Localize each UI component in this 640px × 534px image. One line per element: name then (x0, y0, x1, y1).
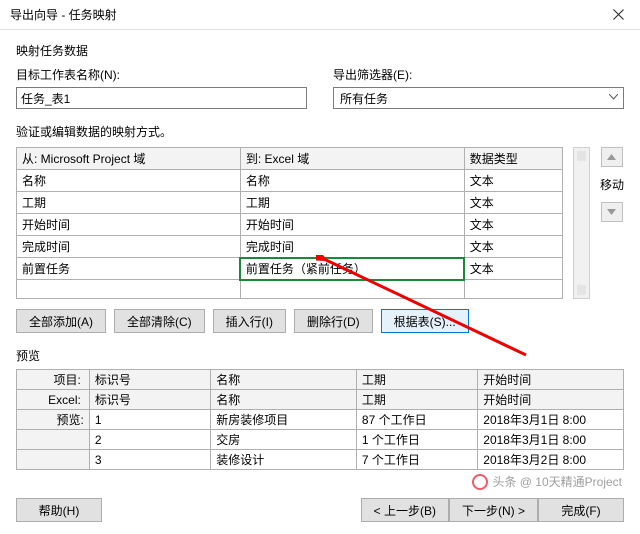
by-table-button[interactable]: 根据表(S)... (381, 309, 469, 333)
insert-row-button[interactable]: 插入行(I) (213, 309, 286, 333)
move-up-button[interactable] (601, 147, 623, 167)
window-title: 导出向导 - 任务映射 (10, 6, 596, 23)
table-row[interactable]: 开始时间开始时间文本 (17, 214, 563, 236)
export-filter-value: 所有任务 (340, 90, 388, 107)
mapping-table[interactable]: 从: Microsoft Project 域 到: Excel 域 数据类型 名… (16, 147, 563, 299)
triangle-down-icon (607, 209, 616, 215)
table-row[interactable]: 名称名称文本 (17, 170, 563, 192)
watermark-icon (472, 474, 488, 490)
triangle-up-icon (607, 154, 616, 160)
table-row[interactable]: 前置任务前置任务（紧前任务）文本 (17, 258, 563, 280)
finish-button[interactable]: 完成(F) (538, 498, 624, 522)
close-icon (613, 9, 624, 20)
col-from: 从: Microsoft Project 域 (17, 148, 241, 170)
add-all-button[interactable]: 全部添加(A) (16, 309, 106, 333)
export-filter-select[interactable]: 所有任务 (333, 87, 624, 109)
table-row[interactable]: 完成时间完成时间文本 (17, 236, 563, 258)
section-map-data: 映射任务数据 (16, 42, 624, 59)
help-button[interactable]: 帮助(H) (16, 498, 102, 522)
preview-label: 预览 (16, 347, 624, 364)
target-sheet-input[interactable] (16, 87, 307, 109)
mapping-scrollbar[interactable] (573, 147, 590, 299)
col-to: 到: Excel 域 (240, 148, 464, 170)
back-button[interactable]: < 上一步(B) (361, 498, 449, 522)
target-sheet-label: 目标工作表名称(N): (16, 66, 307, 83)
chevron-down-icon (609, 94, 618, 100)
active-cell[interactable]: 前置任务（紧前任务） (240, 258, 464, 280)
close-button[interactable] (596, 0, 640, 30)
clear-all-button[interactable]: 全部清除(C) (114, 309, 205, 333)
next-button[interactable]: 下一步(N) > (449, 498, 538, 522)
table-row[interactable]: 工期工期文本 (17, 192, 563, 214)
watermark: 头条 @ 10天精通Project (472, 473, 622, 490)
move-label: 移动 (600, 176, 624, 193)
col-type: 数据类型 (464, 148, 562, 170)
delete-row-button[interactable]: 删除行(D) (294, 309, 373, 333)
move-down-button[interactable] (601, 202, 623, 222)
table-row[interactable] (17, 280, 563, 299)
preview-table: 项目:标识号名称工期开始时间 Excel:标识号名称工期开始时间 预览:1新房装… (16, 369, 624, 470)
export-filter-label: 导出筛选器(E): (333, 66, 624, 83)
verify-mapping-label: 验证或编辑数据的映射方式。 (16, 123, 624, 140)
